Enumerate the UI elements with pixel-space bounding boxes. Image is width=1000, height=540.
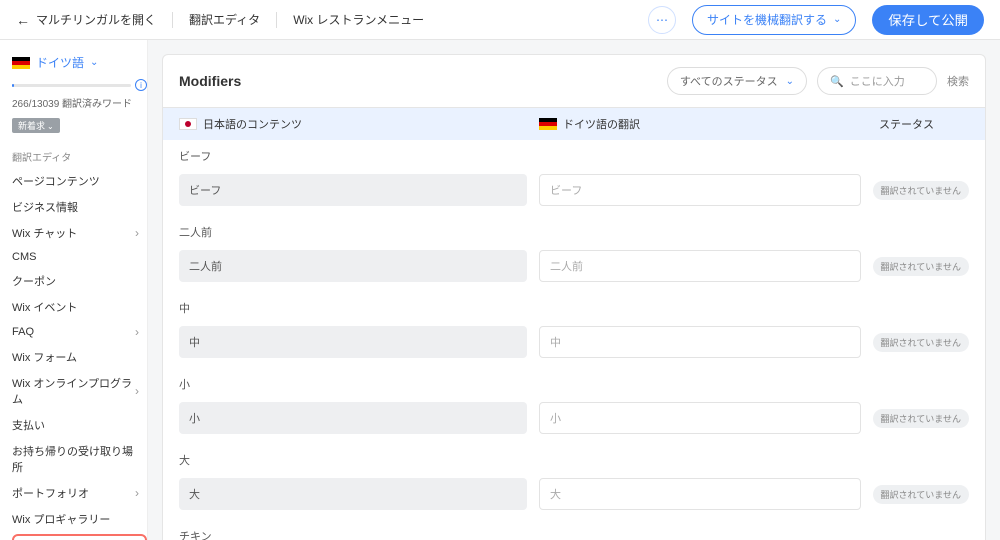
sidebar-item[interactable]: 支払い: [12, 412, 147, 438]
sidebar-item-label: Wix オンラインプログラム: [12, 375, 135, 407]
panel-header: Modifiers すべてのステータス ⌄ 🔍 ここに入力 検索: [163, 55, 985, 107]
sidebar: ドイツ語 ⌄ i 266/13039 翻訳済みワード 新着求⌄ 翻訳エディタ ペ…: [0, 40, 148, 540]
info-icon[interactable]: i: [135, 79, 147, 91]
sidebar-item-label: クーポン: [12, 273, 56, 289]
source-cell: 小: [179, 402, 527, 434]
breadcrumb: Wix レストランメニュー: [293, 11, 424, 28]
progress-bar: [12, 84, 131, 87]
sidebar-item[interactable]: ページコンテンツ: [12, 168, 147, 194]
sidebar-item[interactable]: Wix フォーム: [12, 344, 147, 370]
table-row: 二人前二人前翻訳されていません: [163, 246, 985, 292]
language-label: ドイツ語: [36, 54, 84, 71]
sidebar-item-label: ページコンテンツ: [12, 173, 100, 189]
sidebar-item[interactable]: CMS: [12, 246, 147, 268]
target-cell[interactable]: 中: [539, 326, 861, 358]
group-label: 大: [163, 444, 985, 474]
flag-jp-icon: [179, 118, 197, 130]
divider: [172, 12, 173, 28]
table-row: 小小翻訳されていません: [163, 398, 985, 444]
chevron-down-icon: ⌄: [90, 57, 98, 68]
source-cell: 大: [179, 478, 527, 510]
search-placeholder: ここに入力: [850, 73, 905, 89]
panel-title: Modifiers: [179, 73, 657, 89]
status-chip: 翻訳されていません: [873, 485, 969, 504]
sidebar-item-label: Wix プロギャラリー: [12, 511, 110, 527]
section-label: 翻訳エディタ: [189, 11, 260, 28]
progress-text: 266/13039 翻訳済みワード: [12, 95, 147, 110]
table-header: 日本語のコンテンツ ドイツ語の翻訳 ステータス: [163, 107, 985, 140]
sidebar-item[interactable]: ポートフォリオ: [12, 480, 147, 506]
status-chip: 翻訳されていません: [873, 257, 969, 276]
group-label: 中: [163, 292, 985, 322]
group-label: 二人前: [163, 216, 985, 246]
target-cell[interactable]: ビーフ: [539, 174, 861, 206]
status-chip: 翻訳されていません: [873, 181, 969, 200]
sidebar-item[interactable]: お持ち帰りの受け取り場所: [12, 438, 147, 480]
status-chip: 翻訳されていません: [873, 409, 969, 428]
sidebar-item-label: FAQ: [12, 326, 34, 338]
flag-de-icon: [539, 118, 557, 130]
machine-translate-label: サイトを機械翻訳する: [707, 11, 827, 28]
search-input[interactable]: 🔍 ここに入力: [817, 67, 937, 95]
status-filter-label: すべてのステータス: [680, 73, 778, 89]
col-target-label: ドイツ語の翻訳: [563, 116, 640, 132]
source-cell: ビーフ: [179, 174, 527, 206]
progress-row: i: [12, 79, 147, 91]
source-cell: 二人前: [179, 250, 527, 282]
back-label: マルチリンガルを開く: [36, 11, 156, 28]
col-status-label: ステータス: [879, 116, 969, 132]
table-row: ビーフビーフ翻訳されていません: [163, 170, 985, 216]
chevron-down-icon: ⌄: [833, 14, 841, 25]
topbar: ← マルチリンガルを開く 翻訳エディタ Wix レストランメニュー ⋯ サイトを…: [0, 0, 1000, 40]
back-link[interactable]: ← マルチリンガルを開く: [16, 11, 156, 28]
sidebar-item-label: Wix チャット: [12, 225, 77, 241]
search-action[interactable]: 検索: [947, 73, 969, 89]
status-filter[interactable]: すべてのステータス ⌄: [667, 67, 807, 95]
group-label: チキン: [163, 520, 985, 540]
sidebar-item-label: 支払い: [12, 417, 45, 433]
sidebar-item[interactable]: クーポン: [12, 268, 147, 294]
publish-button[interactable]: 保存して公開: [872, 5, 984, 35]
table-row: 大大翻訳されていません: [163, 474, 985, 520]
more-button[interactable]: ⋯: [648, 6, 676, 34]
sidebar-item-label: ポートフォリオ: [12, 485, 89, 501]
target-cell[interactable]: 小: [539, 402, 861, 434]
sidebar-item-label: Wix イベント: [12, 299, 77, 315]
col-source-label: 日本語のコンテンツ: [203, 116, 302, 132]
more-icon: ⋯: [656, 13, 668, 27]
chevron-down-icon: ⌄: [786, 76, 794, 87]
sidebar-item-label: Wix フォーム: [12, 349, 77, 365]
language-selector[interactable]: ドイツ語 ⌄: [12, 50, 147, 79]
sidebar-item[interactable]: Wix チャット: [12, 220, 147, 246]
divider: [276, 12, 277, 28]
sidebar-item-label: お持ち帰りの受け取り場所: [12, 443, 139, 475]
flag-de-icon: [12, 57, 30, 69]
chevron-down-icon: ⌄: [47, 122, 54, 131]
search-icon: 🔍: [830, 75, 844, 88]
table-row: 中中翻訳されていません: [163, 322, 985, 368]
sidebar-item[interactable]: FAQ: [12, 320, 147, 344]
group-label: 小: [163, 368, 985, 398]
main: Modifiers すべてのステータス ⌄ 🔍 ここに入力 検索 日本語のコンテ…: [148, 40, 1000, 540]
sidebar-item[interactable]: ビジネス情報: [12, 194, 147, 220]
target-cell[interactable]: 大: [539, 478, 861, 510]
machine-translate-button[interactable]: サイトを機械翻訳する ⌄: [692, 5, 856, 35]
status-chip: 翻訳されていません: [873, 333, 969, 352]
panel: Modifiers すべてのステータス ⌄ 🔍 ここに入力 検索 日本語のコンテ…: [162, 54, 986, 540]
group-label: ビーフ: [163, 140, 985, 170]
publish-label: 保存して公開: [888, 10, 968, 29]
sidebar-item[interactable]: Wix プロギャラリー: [12, 506, 147, 532]
target-cell[interactable]: 二人前: [539, 250, 861, 282]
new-badge[interactable]: 新着求⌄: [12, 118, 60, 133]
sidebar-section-label: 翻訳エディタ: [12, 143, 147, 168]
sidebar-item[interactable]: Wix オンラインプログラム: [12, 370, 147, 412]
source-cell: 中: [179, 326, 527, 358]
restaurant-menu-group: Wix レストランメニュー ⌃ ☟ ItemsItem labelsMenu n…: [12, 534, 147, 540]
back-arrow-icon: ←: [16, 12, 30, 28]
sidebar-item-label: ビジネス情報: [12, 199, 78, 215]
sidebar-item-label: CMS: [12, 251, 36, 263]
sidebar-item[interactable]: Wix イベント: [12, 294, 147, 320]
